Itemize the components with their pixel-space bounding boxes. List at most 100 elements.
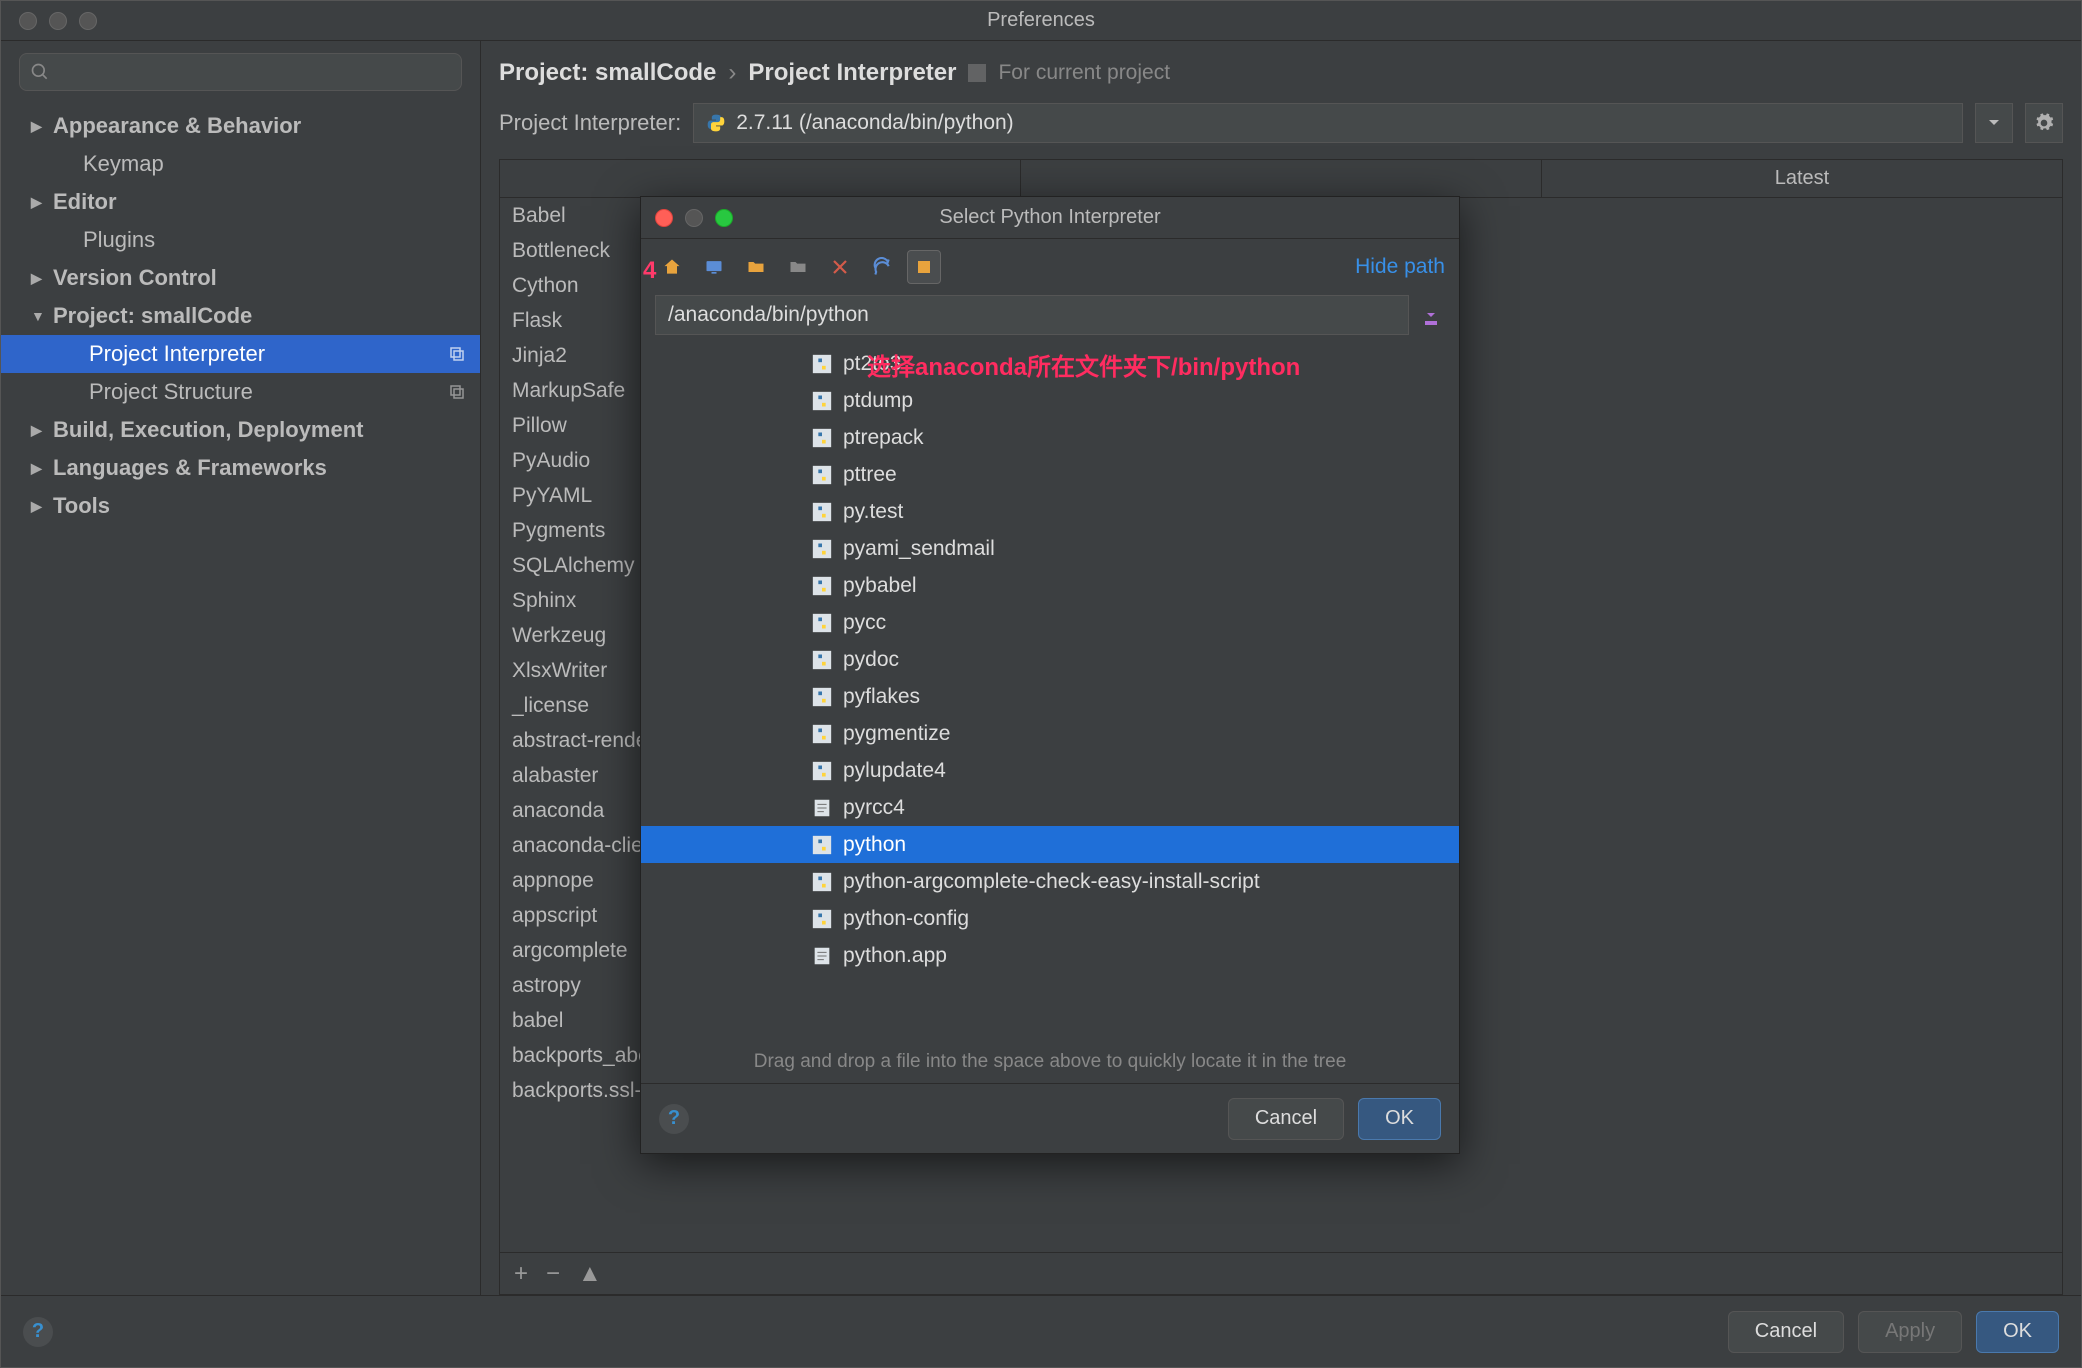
select-interpreter-dialog: Select Python Interpreter 4 Hide path 选择… [640, 196, 1460, 1154]
scope-icon [968, 64, 986, 82]
file-name: python-config [843, 907, 969, 931]
table-toolbar: + − ▲ [500, 1252, 2062, 1294]
file-item[interactable]: pyflakes [641, 678, 1459, 715]
file-name: python-argcomplete-check-easy-install-sc… [843, 870, 1260, 894]
dialog-ok-button[interactable]: OK [1358, 1098, 1441, 1140]
interpreter-combobox[interactable]: 2.7.11 (/anaconda/bin/python) [693, 103, 1963, 143]
sidebar-item[interactable]: ▶ Version Control [1, 259, 480, 297]
cancel-button[interactable]: Cancel [1728, 1311, 1844, 1353]
tree-arrow-icon: ▶ [31, 498, 43, 515]
zoom-icon[interactable] [79, 12, 97, 30]
chevron-down-icon [1988, 119, 2000, 127]
tree-arrow-icon: ▼ [31, 308, 43, 324]
file-name: pybabel [843, 574, 917, 598]
file-item[interactable]: python-argcomplete-check-easy-install-sc… [641, 863, 1459, 900]
delete-icon [831, 258, 849, 276]
close-icon[interactable] [655, 209, 673, 227]
refresh-icon [872, 257, 892, 277]
dialog-help-button[interactable]: ? [659, 1104, 689, 1134]
combo-dropdown-button[interactable] [1975, 103, 2013, 143]
ok-button[interactable]: OK [1976, 1311, 2059, 1353]
tree-arrow-icon: ▶ [31, 194, 43, 211]
drop-hint: Drag and drop a file into the space abov… [641, 1041, 1459, 1083]
footer-bar: ? Cancel Apply OK [1, 1295, 2081, 1367]
sidebar-item[interactable]: ▶Editor [1, 183, 480, 221]
file-name: pttree [843, 463, 897, 487]
file-item[interactable]: pydoc [641, 641, 1459, 678]
file-item[interactable]: pttree [641, 456, 1459, 493]
close-icon[interactable] [19, 12, 37, 30]
sidebar-item[interactable]: ▶ Tools [1, 487, 480, 525]
file-name: pydoc [843, 648, 899, 672]
sidebar-item[interactable]: ▶Appearance & Behavior [1, 107, 480, 145]
file-item[interactable]: pygmentize [641, 715, 1459, 752]
desktop-button[interactable] [697, 250, 731, 284]
sidebar-item[interactable]: ▶Build, Execution, Deployment [1, 411, 480, 449]
path-input[interactable] [655, 295, 1409, 335]
sidebar-item-label: Tools [53, 493, 110, 519]
insert-path-button[interactable] [1417, 295, 1445, 335]
sidebar-item-label: Project Interpreter [89, 341, 265, 367]
settings-gear-button[interactable] [2025, 103, 2063, 143]
file-item[interactable]: pyami_sendmail [641, 530, 1459, 567]
file-name: pyami_sendmail [843, 537, 995, 561]
upgrade-package-button[interactable]: ▲ [578, 1260, 602, 1288]
file-name: pygmentize [843, 722, 950, 746]
project-button[interactable] [739, 250, 773, 284]
minimize-icon[interactable] [685, 209, 703, 227]
sidebar-item[interactable]: ▶Languages & Frameworks [1, 449, 480, 487]
file-tree[interactable]: 选择anaconda所在文件夹下/bin/python pt2to3ptdump… [641, 345, 1459, 1041]
file-item[interactable]: pycc [641, 604, 1459, 641]
sidebar-item[interactable]: Project Structure [1, 373, 480, 411]
sidebar-item[interactable]: Project Interpreter [1, 335, 480, 373]
chevron-right-icon: › [728, 59, 736, 87]
file-name: pt2to3 [843, 352, 901, 376]
show-hidden-button[interactable] [907, 250, 941, 284]
file-item[interactable]: py.test [641, 493, 1459, 530]
file-item[interactable]: pybabel [641, 567, 1459, 604]
settings-tree: ▶Appearance & BehaviorKeymap▶EditorPlugi… [1, 103, 480, 1295]
add-package-button[interactable]: + [514, 1260, 528, 1288]
file-item[interactable]: python.app [641, 937, 1459, 974]
sidebar-item[interactable]: Keymap [1, 145, 480, 183]
path-row [641, 295, 1459, 345]
breadcrumb-project: Project: smallCode [499, 59, 716, 87]
help-button[interactable]: ? [23, 1317, 53, 1347]
sidebar: ▶Appearance & BehaviorKeymap▶EditorPlugi… [1, 41, 481, 1295]
header-version[interactable] [1021, 160, 1542, 197]
header-latest[interactable]: Latest [1542, 160, 2062, 197]
file-item[interactable]: pt2to3 [641, 345, 1459, 382]
header-package[interactable] [500, 160, 1021, 197]
preferences-window: Preferences ▶Appearance & BehaviorKeymap… [0, 0, 2082, 1368]
dialog-cancel-button[interactable]: Cancel [1228, 1098, 1344, 1140]
home-button[interactable] [655, 250, 689, 284]
desktop-icon [704, 257, 724, 277]
hide-path-link[interactable]: Hide path [1355, 255, 1445, 279]
breadcrumb: Project: smallCode › Project Interpreter… [499, 59, 2063, 87]
zoom-icon[interactable] [715, 209, 733, 227]
file-item[interactable]: ptrepack [641, 419, 1459, 456]
file-item[interactable]: ptdump [641, 382, 1459, 419]
file-item[interactable]: python [641, 826, 1459, 863]
refresh-button[interactable] [865, 250, 899, 284]
remove-package-button[interactable]: − [546, 1260, 560, 1288]
new-folder-button[interactable] [781, 250, 815, 284]
file-item[interactable]: pylupdate4 [641, 752, 1459, 789]
file-item[interactable]: pyrcc4 [641, 789, 1459, 826]
sidebar-item-label: Version Control [53, 265, 217, 291]
dialog-titlebar: Select Python Interpreter [641, 197, 1459, 239]
tree-arrow-icon: ▶ [31, 270, 43, 287]
search-input[interactable] [19, 53, 462, 91]
traffic-lights [1, 12, 97, 30]
tree-arrow-icon: ▶ [31, 118, 43, 135]
apply-button[interactable]: Apply [1858, 1311, 1962, 1353]
copy-icon [448, 383, 466, 401]
sidebar-item[interactable]: Plugins [1, 221, 480, 259]
sidebar-item[interactable]: ▼Project: smallCode [1, 297, 480, 335]
python-icon [706, 113, 726, 133]
file-item[interactable]: python-config [641, 900, 1459, 937]
delete-button[interactable] [823, 250, 857, 284]
minimize-icon[interactable] [49, 12, 67, 30]
tree-arrow-icon: ▶ [31, 460, 43, 477]
dialog-footer: ? Cancel OK [641, 1083, 1459, 1153]
